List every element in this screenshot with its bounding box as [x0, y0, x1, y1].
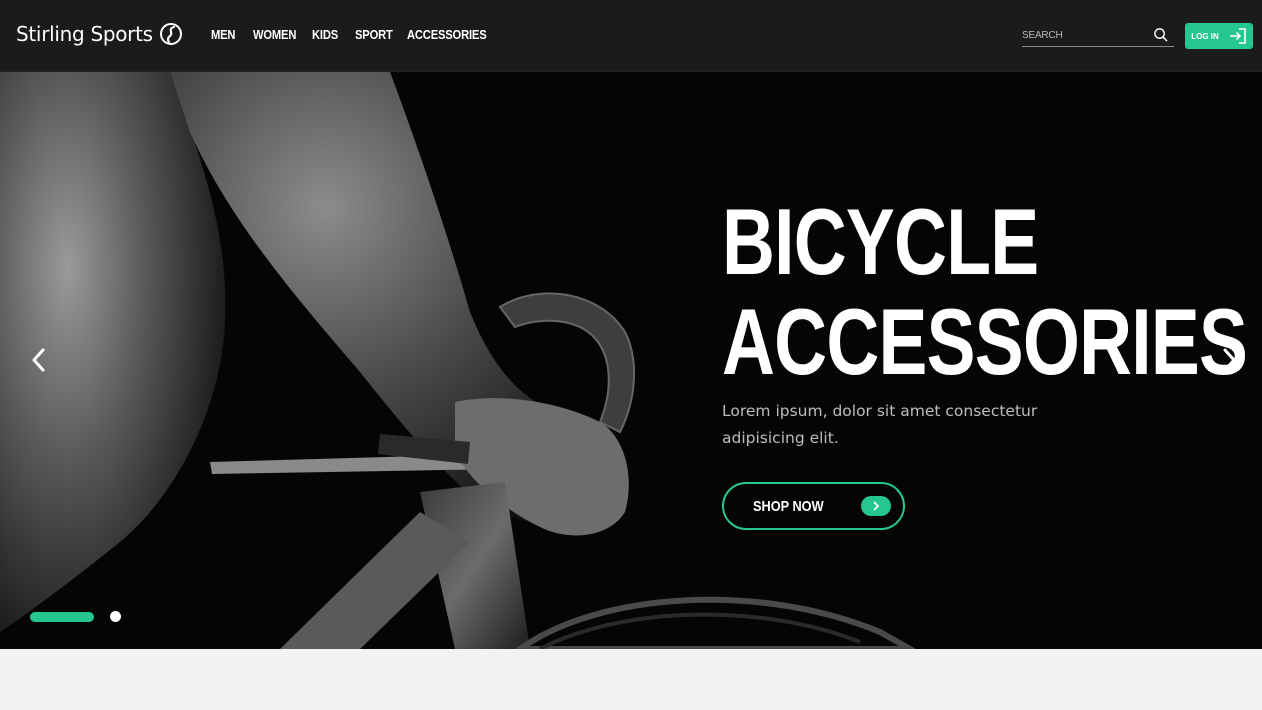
login-label: LOG IN: [1191, 31, 1219, 41]
site-header: Stirling Sports MEN WOMEN KIDS SPORT ACC…: [0, 0, 1262, 72]
login-button[interactable]: LOG IN: [1185, 23, 1253, 49]
search-icon[interactable]: [1153, 27, 1168, 42]
nav-item-men[interactable]: MEN: [211, 27, 247, 42]
brand-logo[interactable]: Stirling Sports: [16, 22, 183, 46]
hero-title-line-2: ACCESSORIES: [722, 289, 1248, 394]
search-input[interactable]: [1022, 26, 1146, 44]
shop-now-label: SHOP NOW: [753, 498, 824, 515]
hero-title: BICYCLE ACCESSORIES: [722, 189, 1248, 394]
shop-now-button[interactable]: SHOP NOW: [722, 482, 905, 530]
hero-content: BICYCLE ACCESSORIES Lorem ipsum, dolor s…: [722, 189, 1248, 530]
hero-banner: BICYCLE ACCESSORIES Lorem ipsum, dolor s…: [0, 72, 1262, 649]
brand-name: Stirling Sports: [16, 22, 153, 46]
chevron-right-icon[interactable]: [1219, 347, 1239, 373]
nav-item-accessories[interactable]: ACCESSORIES: [407, 27, 487, 42]
nav-item-women[interactable]: WOMEN: [253, 27, 304, 42]
chevron-left-icon[interactable]: [29, 347, 49, 373]
slider-pagination: [30, 611, 121, 622]
search-box: [1022, 24, 1174, 47]
main-nav: MEN WOMEN KIDS SPORT ACCESSORIES: [211, 27, 499, 42]
slide-indicator[interactable]: [110, 611, 121, 622]
nav-item-kids[interactable]: KIDS: [312, 27, 349, 42]
swirl-s-icon: [159, 23, 182, 45]
nav-item-sport[interactable]: SPORT: [355, 27, 400, 42]
slide-indicator-active[interactable]: [30, 611, 94, 622]
hero-description: Lorem ipsum, dolor sit amet consectetur …: [722, 402, 1038, 447]
login-arrow-icon: [1229, 28, 1246, 44]
chevron-right-icon: [861, 496, 891, 516]
content-area-below: [0, 649, 1262, 710]
hero-title-line-1: BICYCLE: [722, 189, 1039, 294]
